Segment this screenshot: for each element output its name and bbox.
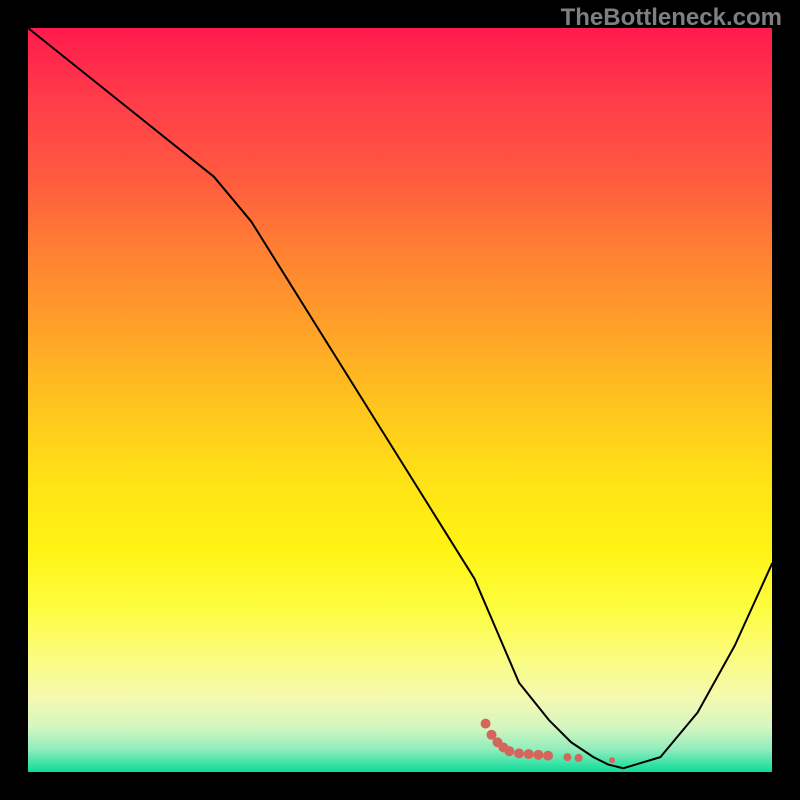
chart-marker-point <box>533 750 543 760</box>
chart-curve <box>28 28 772 768</box>
chart-markers <box>481 719 615 763</box>
chart-marker-point <box>543 751 553 761</box>
chart-marker-point <box>524 749 534 759</box>
chart-marker-point <box>481 719 491 729</box>
chart-svg <box>28 28 772 772</box>
chart-marker-point <box>575 754 583 762</box>
watermark-text: TheBottleneck.com <box>561 4 782 32</box>
chart-marker-point <box>514 748 524 758</box>
chart-marker-point <box>609 757 615 763</box>
chart-marker-point <box>563 753 571 761</box>
chart-marker-point <box>504 746 514 756</box>
